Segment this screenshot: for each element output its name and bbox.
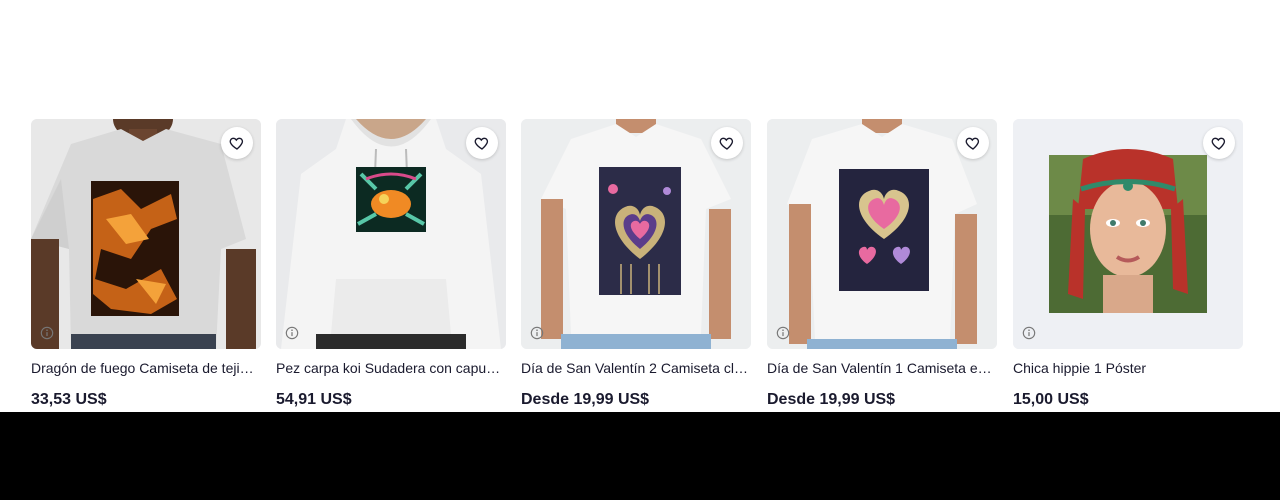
- product-image[interactable]: [1013, 119, 1243, 349]
- info-circle-icon: [1022, 326, 1036, 340]
- favorite-button[interactable]: [1203, 127, 1235, 159]
- product-image[interactable]: [767, 119, 997, 349]
- info-button[interactable]: [284, 325, 300, 341]
- product-card[interactable]: Pez carpa koi Sudadera con capucha 54,91…: [276, 119, 506, 410]
- heart-outline-icon: [719, 137, 734, 150]
- product-price: Desde 19,99 US$: [767, 391, 896, 408]
- info-circle-icon: [530, 326, 544, 340]
- product-price: 33,53 US$: [31, 391, 107, 408]
- product-title[interactable]: Día de San Valentín 1 Camiseta esencial: [767, 359, 997, 377]
- favorite-button[interactable]: [466, 127, 498, 159]
- product-image[interactable]: [31, 119, 261, 349]
- product-card[interactable]: Chica hippie 1 Póster 15,00 US$: [1013, 119, 1243, 410]
- product-price: Desde 19,99 US$: [521, 391, 650, 408]
- product-price: 54,91 US$: [276, 391, 352, 408]
- product-image[interactable]: [276, 119, 506, 349]
- info-circle-icon: [40, 326, 54, 340]
- info-button[interactable]: [775, 325, 791, 341]
- product-card[interactable]: Dragón de fuego Camiseta de tejido mixto…: [31, 119, 261, 410]
- product-card[interactable]: Día de San Valentín 2 Camiseta clásica D…: [521, 119, 751, 410]
- product-title[interactable]: Pez carpa koi Sudadera con capucha: [276, 359, 506, 377]
- heart-outline-icon: [474, 137, 489, 150]
- heart-outline-icon: [1211, 137, 1226, 150]
- info-button[interactable]: [1021, 325, 1037, 341]
- info-circle-icon: [285, 326, 299, 340]
- favorite-button[interactable]: [711, 127, 743, 159]
- product-price: 15,00 US$: [1013, 391, 1089, 408]
- heart-outline-icon: [229, 137, 244, 150]
- product-image[interactable]: [521, 119, 751, 349]
- product-carousel-page: Dragón de fuego Camiseta de tejido mixto…: [0, 0, 1280, 412]
- product-card[interactable]: Día de San Valentín 1 Camiseta esencial …: [767, 119, 997, 410]
- product-title[interactable]: Día de San Valentín 2 Camiseta clásica: [521, 359, 751, 377]
- product-title[interactable]: Dragón de fuego Camiseta de tejido mixto: [31, 359, 261, 377]
- info-button[interactable]: [529, 325, 545, 341]
- product-title[interactable]: Chica hippie 1 Póster: [1013, 359, 1243, 377]
- heart-outline-icon: [965, 137, 980, 150]
- info-circle-icon: [776, 326, 790, 340]
- favorite-button[interactable]: [957, 127, 989, 159]
- info-button[interactable]: [39, 325, 55, 341]
- favorite-button[interactable]: [221, 127, 253, 159]
